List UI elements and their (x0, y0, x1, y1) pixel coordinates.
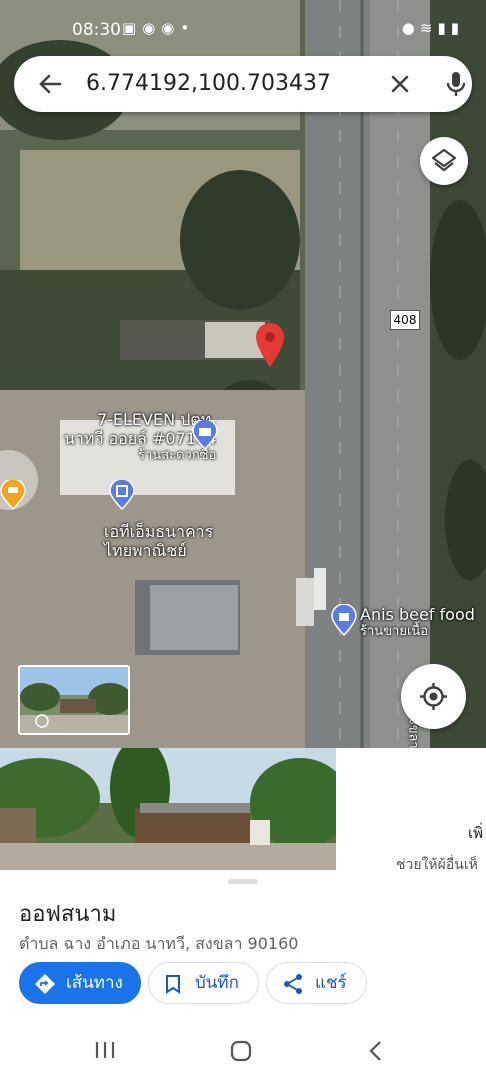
bookmark-icon (166, 975, 180, 994)
status-left-icons: ▣◉◉• (122, 19, 195, 37)
shopping-bag-icon[interactable] (331, 604, 357, 636)
sheet-drag-handle[interactable] (228, 879, 258, 884)
recent-apps-icon[interactable] (94, 1040, 116, 1060)
poi-scb-atm-name[interactable]: เอทีเอ็มธนาคาร ไทยพาณิชย์ (104, 522, 213, 560)
search-input[interactable]: 6.774192,100.703437 (86, 56, 331, 112)
location-icon: ● (401, 19, 420, 37)
photo-strip[interactable]: เพิ่ ช่วยให้ผู้อื่นเห็ (0, 748, 486, 873)
layers-button[interactable] (420, 137, 468, 185)
poi-anis-beef-name: Anis beef food (360, 605, 475, 624)
poi-7-eleven-category: ร้านสะดวกซื้อ (137, 448, 217, 463)
place-title: ออฟสนาม (19, 902, 117, 927)
bank-icon[interactable] (109, 480, 135, 510)
dot-icon: • (180, 19, 196, 37)
status-right-icons: ●≋▮▮ (402, 19, 464, 37)
poi-anis-beef-category: ร้านขายเนื้อ (360, 624, 429, 639)
close-icon[interactable] (382, 66, 418, 102)
my-location-icon (420, 683, 447, 710)
signal-icon: ▮ (437, 19, 451, 37)
add-photo-panel[interactable]: เพิ่ ช่วยให้ผู้อื่นเห็ (336, 748, 486, 873)
route-shield: 408 (390, 310, 420, 330)
directions-button[interactable]: เส้นทาง (19, 962, 141, 1004)
place-address: ตำบล ฉาง อำเภอ นาทวี, สงขลา 90160 (19, 934, 299, 953)
wifi-icon: ≋ (419, 19, 438, 37)
line-icon: ◉ (161, 19, 181, 37)
share-icon (284, 974, 302, 994)
directions-icon (35, 974, 55, 994)
mic-icon[interactable] (440, 68, 472, 100)
layers-icon (431, 148, 457, 172)
shop-icon[interactable] (192, 420, 218, 450)
save-button[interactable]: บันทึก (148, 962, 259, 1004)
battery-icon: ▮ (450, 19, 464, 37)
system-nav-bar (0, 1020, 486, 1080)
gallery-icon: ▣ (122, 19, 143, 37)
my-location-button[interactable] (401, 664, 466, 729)
status-bar: 08:30 ▣◉◉• ●≋▮▮ (0, 0, 486, 58)
street-view-image (20, 667, 128, 733)
satellite-imagery (0, 0, 486, 760)
street-view-thumbnail[interactable] (18, 665, 130, 735)
share-label: แชร์ (315, 973, 347, 993)
add-photo-title: เพิ่ (468, 824, 484, 842)
search-bar[interactable]: 6.774192,100.703437 (14, 56, 472, 112)
share-button[interactable]: แชร์ (266, 962, 367, 1004)
location-pin-icon[interactable] (254, 322, 286, 368)
back-arrow-icon[interactable] (32, 66, 68, 102)
home-icon[interactable] (230, 1040, 252, 1062)
directions-label: เส้นทาง (66, 973, 123, 993)
poi-anis-beef[interactable]: Anis beef food ร้านขายเนื้อ (360, 605, 475, 639)
place-photo[interactable] (0, 748, 350, 873)
messenger-icon: ◉ (142, 19, 162, 37)
back-icon[interactable] (368, 1040, 384, 1062)
save-label: บันทึก (195, 973, 239, 993)
cafe-icon[interactable] (0, 480, 26, 510)
map-view[interactable]: 7-ELEVEN ปตท. นาทวี ออยล์ #07164 ร้านสะด… (0, 0, 486, 760)
status-time: 08:30 (72, 20, 121, 40)
